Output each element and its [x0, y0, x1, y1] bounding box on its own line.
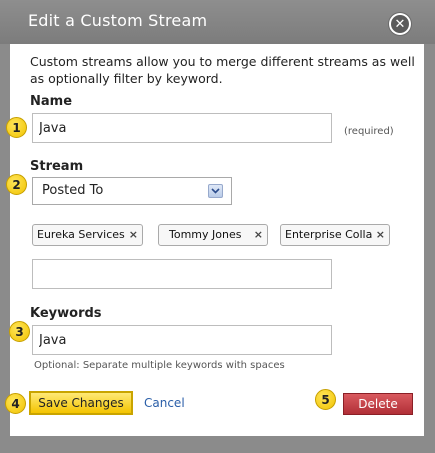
- stream-add-input[interactable]: [32, 259, 332, 289]
- stream-select-value: Posted To: [42, 183, 104, 198]
- name-label: Name: [30, 94, 73, 109]
- callout-badge-5: 5: [315, 389, 336, 410]
- dialog-title: Edit a Custom Stream: [28, 11, 208, 30]
- edit-custom-stream-dialog: Edit a Custom Stream ✕ Custom streams al…: [0, 0, 435, 453]
- callout-badge-3: 3: [9, 321, 30, 342]
- stream-tag-label: Tommy Jones: [169, 228, 242, 241]
- callout-badge-4: 4: [5, 393, 26, 414]
- save-changes-button[interactable]: Save Changes: [29, 391, 133, 415]
- stream-label: Stream: [30, 159, 84, 174]
- close-icon: ✕: [391, 15, 409, 33]
- stream-tag-eureka-services: Eureka Services ×: [32, 224, 143, 246]
- callout-badge-2: 2: [6, 174, 27, 195]
- required-note: (required): [344, 126, 394, 137]
- close-button[interactable]: ✕: [389, 13, 411, 35]
- keywords-input[interactable]: [32, 325, 332, 355]
- name-input[interactable]: [32, 113, 332, 143]
- stream-tag-tommy-jones: Tommy Jones ×: [158, 224, 268, 246]
- keywords-hint: Optional: Separate multiple keywords wit…: [34, 360, 285, 371]
- stream-select[interactable]: Posted To: [32, 177, 232, 205]
- stream-tag-label: Enterprise Colla: [285, 228, 373, 241]
- remove-tag-icon[interactable]: ×: [376, 225, 385, 245]
- callout-badge-1: 1: [6, 117, 27, 138]
- chevron-down-icon[interactable]: [208, 184, 223, 198]
- delete-button[interactable]: Delete: [343, 393, 413, 415]
- stream-tag-enterprise-colla: Enterprise Colla ×: [280, 224, 390, 246]
- cancel-link[interactable]: Cancel: [144, 396, 185, 410]
- dialog-titlebar: Edit a Custom Stream ✕: [0, 0, 435, 44]
- keywords-label: Keywords: [30, 306, 102, 321]
- remove-tag-icon[interactable]: ×: [129, 225, 138, 245]
- dialog-description: Custom streams allow you to merge differ…: [30, 54, 415, 86]
- dialog-body: Custom streams allow you to merge differ…: [10, 44, 424, 436]
- remove-tag-icon[interactable]: ×: [254, 225, 263, 245]
- stream-tag-label: Eureka Services: [37, 228, 125, 241]
